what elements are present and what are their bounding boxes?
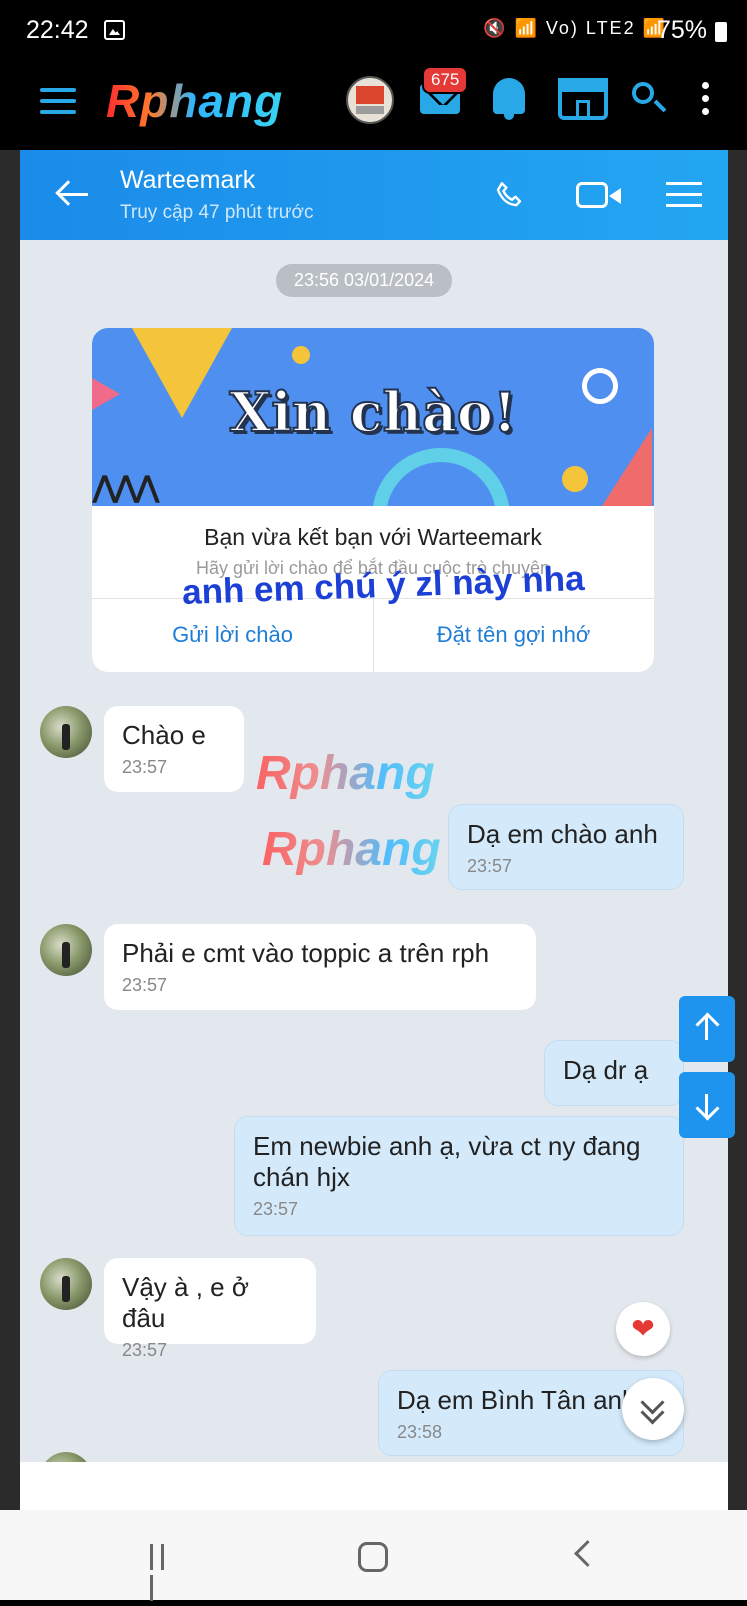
message-time: 23:57 (253, 1199, 299, 1219)
message-text: Chào e (122, 720, 206, 750)
friend-card: ⋀⋀⋀ Xin chào! Bạn vừa kết bạn với Wartee… (92, 328, 654, 672)
contact-avatar[interactable] (40, 924, 92, 976)
menu-icon[interactable] (40, 88, 76, 116)
status-time: 22:42 (26, 16, 89, 44)
card-title: Bạn vừa kết bạn với Warteemark (204, 524, 542, 550)
message-text: Dạ em Bình Tân anh ạ (397, 1385, 659, 1415)
watermark-logo: Rphang (256, 747, 435, 800)
mail-badge: 675 (422, 66, 469, 94)
bottom-strip (20, 1462, 728, 1510)
message-bubble[interactable]: Phải e cmt vào toppic a trên rph 23:57 (104, 924, 536, 1010)
user-avatar[interactable] (346, 76, 394, 124)
chat-area: 23:56 03/01/2024 ⋀⋀⋀ Xin chào! Bạn vừa k… (20, 240, 728, 1510)
battery-level: 75% (656, 16, 707, 44)
contact-avatar[interactable] (40, 706, 92, 758)
set-nickname-button[interactable]: Đặt tên gợi nhớ (373, 598, 654, 672)
message-bubble[interactable]: Chào e 23:57 (104, 706, 244, 792)
app-bar: Rphang 675 (0, 64, 747, 150)
arrow-up-icon[interactable] (679, 996, 735, 1062)
contact-status: Truy cập 47 phút trước (120, 202, 314, 223)
more-icon[interactable] (702, 82, 710, 121)
battery-icon (715, 22, 727, 42)
rphang-logo[interactable]: Rphang (106, 74, 283, 128)
date-pill: 23:56 03/01/2024 (276, 264, 453, 297)
banner-text: Xin chào! (228, 379, 517, 445)
message-bubble[interactable]: Em newbie anh ạ, vừa ct ny đang chán hjx… (234, 1116, 684, 1236)
heart-icon[interactable]: ❤ (616, 1302, 670, 1356)
search-icon[interactable] (632, 82, 654, 104)
message-text: Dạ em chào anh (467, 819, 658, 849)
message-time: 23:57 (122, 975, 168, 995)
message-time: 23:57 (122, 1340, 168, 1360)
status-icons: 🔇 📶 Vo) LTE2 📶 (483, 18, 667, 38)
system-nav-bar (0, 1510, 747, 1601)
nav-back-icon[interactable] (574, 1540, 601, 1567)
message-text: Em newbie anh ạ, vừa ct ny đang chán hjx (253, 1131, 641, 1192)
message-bubble[interactable]: Dạ dr ạ (544, 1040, 684, 1106)
video-icon[interactable] (576, 182, 621, 208)
bell-icon[interactable] (493, 78, 525, 120)
list-icon[interactable] (666, 182, 702, 215)
message-text: Dạ dr ạ (563, 1055, 649, 1085)
back-icon[interactable] (56, 180, 88, 210)
status-bar: 22:42 🔇 📶 Vo) LTE2 📶 75% (0, 0, 747, 64)
contact-avatar[interactable] (40, 1258, 92, 1310)
chat-header: Warteemark Truy cập 47 phút trước (20, 150, 728, 240)
gallery-icon (104, 20, 125, 40)
store-icon[interactable] (558, 78, 608, 120)
chevron-double-down-icon[interactable] (622, 1378, 684, 1440)
message-bubble[interactable]: Vậy à , e ở đâu 23:57 (104, 1258, 316, 1360)
watermark-logo: Rphang (262, 823, 441, 876)
phone-icon[interactable] (492, 178, 528, 214)
arrow-down-icon[interactable] (679, 1072, 735, 1138)
message-time: 23:57 (467, 856, 513, 876)
message-text: Vậy à , e ở đâu (122, 1272, 249, 1333)
message-bubble[interactable]: Dạ em chào anh 23:57 (448, 804, 684, 890)
recent-apps-icon[interactable] (150, 1544, 180, 1601)
greeting-banner: ⋀⋀⋀ Xin chào! (92, 328, 654, 506)
home-icon[interactable] (358, 1542, 388, 1572)
message-time: 23:57 (122, 757, 168, 777)
message-time: 23:58 (397, 1422, 443, 1442)
contact-name[interactable]: Warteemark (120, 166, 255, 195)
message-text: Phải e cmt vào toppic a trên rph (122, 938, 490, 968)
